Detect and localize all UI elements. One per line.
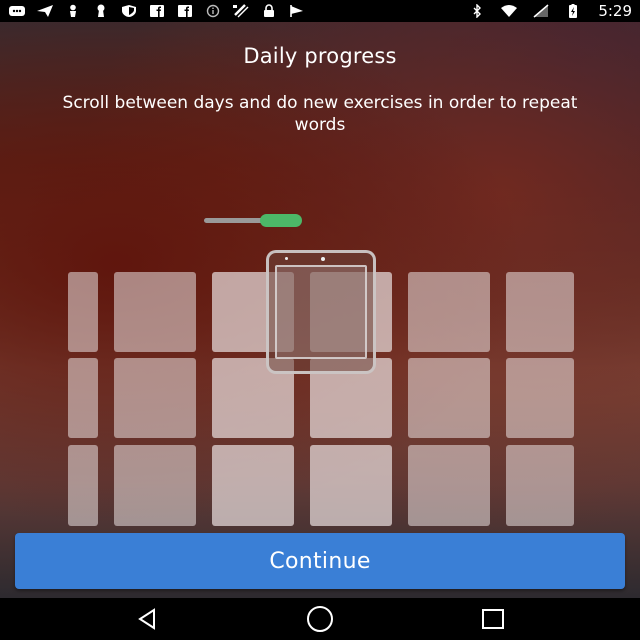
clock: 5:29 (598, 2, 632, 20)
grid-cell (408, 445, 490, 526)
grid-cell (408, 272, 490, 352)
swipe-slider-illustration (204, 214, 302, 228)
grid-cell (506, 358, 574, 438)
recents-button[interactable] (473, 599, 513, 639)
grid-cell (114, 358, 196, 438)
grid-cell (408, 358, 490, 438)
facebook-icon (148, 4, 166, 18)
bluetooth-icon (468, 4, 486, 18)
grid-cell (68, 272, 98, 352)
phone-camera (321, 257, 325, 261)
system-icons: 5:29 (468, 2, 632, 20)
page-subtitle: Scroll between days and do new exercises… (62, 93, 578, 135)
wifi-icon (500, 4, 518, 18)
back-icon (137, 608, 155, 630)
signal-icon (532, 4, 550, 18)
onboarding-screen: Daily progress Scroll between days and d… (0, 22, 640, 598)
grid-cell (310, 445, 392, 526)
notification-icons (8, 4, 306, 18)
page-title: Daily progress (243, 44, 397, 68)
shield-icon (120, 4, 138, 18)
grid-cell (506, 272, 574, 352)
back-button[interactable] (127, 599, 167, 639)
facebook-icon (176, 4, 194, 18)
person-icon (64, 4, 82, 18)
phone-screen (275, 265, 367, 359)
message-icon (8, 4, 26, 18)
keyhole-icon (92, 4, 110, 18)
phone-speaker (285, 257, 288, 260)
lock-icon (260, 4, 278, 18)
info-icon (204, 4, 222, 18)
satellite-icon (232, 4, 250, 18)
grid-cell (68, 445, 98, 526)
status-bar: 5:29 (0, 0, 640, 22)
grid-cell (114, 445, 196, 526)
home-icon (306, 606, 333, 632)
navigation-bar (0, 598, 640, 640)
grid-cell (506, 445, 574, 526)
home-button[interactable] (300, 599, 340, 639)
grid-cell (114, 272, 196, 352)
phone-illustration (266, 250, 376, 374)
continue-button[interactable]: Continue (15, 533, 625, 589)
flag-icon (288, 4, 306, 18)
recents-icon (482, 609, 505, 629)
battery-charging-icon (564, 4, 582, 18)
send-icon (36, 4, 54, 18)
grid-cell (68, 358, 98, 438)
slider-knob (260, 214, 302, 227)
grid-cell (212, 445, 294, 526)
